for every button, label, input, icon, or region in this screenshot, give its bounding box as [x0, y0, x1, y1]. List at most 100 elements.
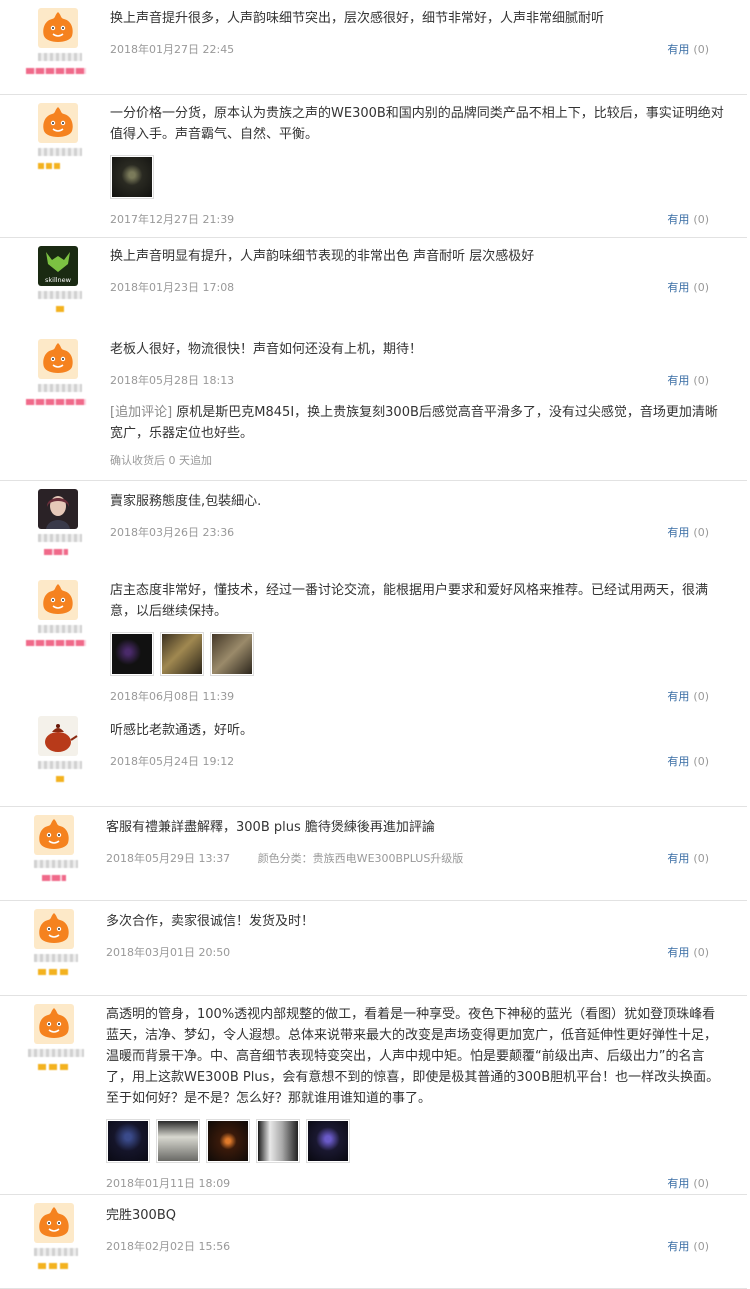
- avatar[interactable]: [34, 909, 74, 949]
- reviewer-info: [28, 1004, 84, 1070]
- review-date: 2018年01月27日 22:45: [110, 43, 235, 56]
- useful-label: 有用: [667, 946, 690, 959]
- review-content: 老板人很好，物流很快！声音如何还没有上机，期待！ 2018年05月28日 18:…: [110, 339, 727, 468]
- useful-button[interactable]: 有用 (0): [667, 850, 709, 866]
- review-meta: 2018年03月26日 23:36 有用 (0): [110, 524, 727, 540]
- useful-label: 有用: [667, 281, 690, 294]
- useful-label: 有用: [667, 526, 690, 539]
- useful-button[interactable]: 有用 (0): [667, 944, 709, 960]
- reviewer-level-badge: [56, 306, 64, 312]
- review-text: 店主态度非常好，懂技术，经过一番讨论交流，能根据用户要求和爱好风格来推荐。已经试…: [110, 583, 709, 619]
- useful-label: 有用: [667, 852, 690, 865]
- review-item: 多次合作，卖家很诚信！发货及时！ 2018年03月01日 20:50 有用 (0): [0, 901, 747, 996]
- review-content: 高透明的管身，100%透视内部规整的做工，看着是一种享受。夜色下神秘的蓝光（看图…: [106, 1004, 727, 1191]
- useful-label: 有用: [667, 1240, 690, 1253]
- review-photo-thumbnail[interactable]: [206, 1119, 250, 1163]
- avatar[interactable]: [34, 1203, 74, 1243]
- review-item: 换上声音提升很多，人声韵味细节突出，层次感很好，细节非常好，人声非常细腻耐听 2…: [0, 0, 747, 95]
- review-date: 2017年12月27日 21:39: [110, 213, 235, 226]
- avatar[interactable]: [38, 103, 78, 143]
- review-photo-thumbnail[interactable]: [110, 155, 154, 199]
- review-text: 多次合作，卖家很诚信！发货及时！: [106, 914, 315, 929]
- useful-button[interactable]: 有用 (0): [667, 1238, 709, 1254]
- reviewer-info: [26, 339, 86, 405]
- review-content: 賣家服務態度佳,包裝細心. 2018年03月26日 23:36 有用 (0): [110, 491, 727, 540]
- review-photos: [110, 155, 727, 199]
- review-photo-thumbnail[interactable]: [106, 1119, 150, 1163]
- reviewer-info: [26, 580, 86, 646]
- review-item: 完胜300BQ 2018年02月02日 15:56 有用 (0): [0, 1195, 747, 1289]
- review-item: 高透明的管身，100%透视内部规整的做工，看着是一种享受。夜色下神秘的蓝光（看图…: [0, 996, 747, 1195]
- review-list: 换上声音提升很多，人声韵味细节突出，层次感很好，细节非常好，人声非常细腻耐听 2…: [0, 0, 750, 1289]
- reviewer-info: [38, 489, 82, 555]
- avatar[interactable]: [38, 580, 78, 620]
- review-content: 客服有禮兼詳盡解釋，300B plus 膽待煲練後再進加評論 2018年05月2…: [106, 817, 727, 866]
- review-meta: 2018年01月23日 17:08 有用 (0): [110, 279, 727, 295]
- review-date: 2018年02月02日 15:56: [106, 1240, 231, 1253]
- reviewer-level-badge: [42, 875, 66, 881]
- avatar[interactable]: [38, 339, 78, 379]
- review-meta: 2018年05月28日 18:13 有用 (0): [110, 372, 727, 388]
- useful-label: 有用: [667, 374, 690, 387]
- useful-count: (0): [693, 946, 709, 959]
- review-meta: 2018年01月27日 22:45 有用 (0): [110, 41, 727, 57]
- useful-button[interactable]: 有用 (0): [667, 41, 709, 57]
- avatar[interactable]: [38, 716, 78, 756]
- avatar[interactable]: skillnew: [38, 246, 78, 286]
- review-photo-thumbnail[interactable]: [160, 632, 204, 676]
- useful-count: (0): [693, 281, 709, 294]
- review-text: 老板人很好，物流很快！声音如何还没有上机，期待！: [110, 342, 423, 357]
- review-item: skillnew 换上声音明显有提升，人声韵味细节表现的非常出色 声音耐听 层次…: [0, 238, 747, 330]
- avatar-logo-text: skillnew: [45, 276, 72, 284]
- useful-count: (0): [693, 1240, 709, 1253]
- review-photo-thumbnail[interactable]: [306, 1119, 350, 1163]
- review-meta: 2018年01月11日 18:09 有用 (0): [106, 1175, 727, 1191]
- useful-button[interactable]: 有用 (0): [667, 753, 709, 769]
- useful-button[interactable]: 有用 (0): [667, 524, 709, 540]
- reviewer-name-blurred: [38, 384, 82, 392]
- useful-count: (0): [693, 755, 709, 768]
- review-photos: [110, 632, 727, 676]
- useful-button[interactable]: 有用 (0): [667, 688, 709, 704]
- review-date: 2018年05月28日 18:13: [110, 374, 235, 387]
- useful-label: 有用: [667, 755, 690, 768]
- appended-review: [追加评论] 原机是斯巴克M845I，换上贵族复刻300B后感觉高音平滑多了，没…: [110, 402, 727, 444]
- review-photo-thumbnail[interactable]: [210, 632, 254, 676]
- useful-button[interactable]: 有用 (0): [667, 372, 709, 388]
- reviewer-level-badge: [26, 68, 86, 74]
- review-content: 一分价格一分货，原本认为贵族之声的WE300B和国内别的品牌同类产品不相上下，比…: [110, 103, 727, 227]
- avatar[interactable]: [38, 489, 78, 529]
- avatar[interactable]: [38, 8, 78, 48]
- review-item: 客服有禮兼詳盡解釋，300B plus 膽待煲練後再進加評論 2018年05月2…: [0, 807, 747, 901]
- review-meta: 2018年05月29日 13:37 颜色分类：贵族西电WE300BPLUS升级版…: [106, 850, 727, 866]
- review-photos: [106, 1119, 727, 1163]
- review-text: 賣家服務態度佳,包裝細心.: [110, 494, 262, 509]
- review-date: 2018年05月24日 19:12: [110, 755, 235, 768]
- avatar[interactable]: [34, 1004, 74, 1044]
- review-date: 2018年06月08日 11:39: [110, 690, 235, 703]
- review-text: 换上声音提升很多，人声韵味细节突出，层次感很好，细节非常好，人声非常细腻耐听: [110, 11, 605, 26]
- avatar[interactable]: [34, 815, 74, 855]
- reviewer-info: [34, 909, 78, 975]
- review-item: 賣家服務態度佳,包裝細心. 2018年03月26日 23:36 有用 (0): [0, 481, 747, 569]
- review-date: 2018年03月26日 23:36: [110, 526, 235, 539]
- reviewer-name-blurred: [38, 291, 82, 299]
- review-text: 一分价格一分货，原本认为贵族之声的WE300B和国内别的品牌同类产品不相上下，比…: [110, 106, 724, 142]
- review-meta: 2018年03月01日 20:50 有用 (0): [106, 944, 727, 960]
- useful-count: (0): [693, 43, 709, 56]
- review-text: 听感比老款通透，好听。: [110, 723, 254, 738]
- review-photo-thumbnail[interactable]: [156, 1119, 200, 1163]
- review-date: 2018年01月23日 17:08: [110, 281, 235, 294]
- useful-button[interactable]: 有用 (0): [667, 211, 709, 227]
- review-item: 听感比老款通透，好听。 2018年05月24日 19:12 有用 (0): [0, 708, 747, 807]
- review-item: 老板人很好，物流很快！声音如何还没有上机，期待！ 2018年05月28日 18:…: [0, 331, 747, 481]
- review-meta: 2018年06月08日 11:39 有用 (0): [110, 688, 727, 704]
- useful-button[interactable]: 有用 (0): [667, 1175, 709, 1191]
- review-item: 店主态度非常好，懂技术，经过一番讨论交流，能根据用户要求和爱好风格来推荐。已经试…: [0, 572, 747, 704]
- review-photo-thumbnail[interactable]: [256, 1119, 300, 1163]
- review-photo-thumbnail[interactable]: [110, 632, 154, 676]
- useful-button[interactable]: 有用 (0): [667, 279, 709, 295]
- reviewer-name-blurred: [34, 1248, 78, 1256]
- review-text: 客服有禮兼詳盡解釋，300B plus 膽待煲練後再進加評論: [106, 820, 435, 835]
- reviewer-name-blurred: [34, 954, 78, 962]
